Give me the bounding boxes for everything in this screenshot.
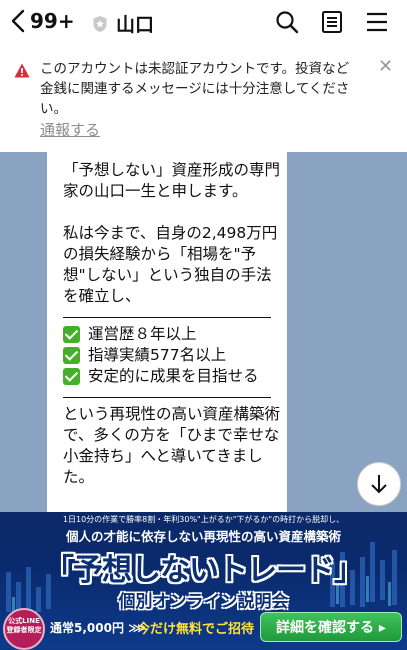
- check-item: 運営歴８年以上: [63, 324, 283, 345]
- chevron-left-icon: [11, 9, 25, 33]
- check-icon: [63, 368, 80, 385]
- report-link[interactable]: 通報する: [40, 119, 100, 140]
- unread-count: 99+: [30, 9, 75, 33]
- chat-area[interactable]: 「予想しない」資産形成の専門家の山口一生と申します。 私は今まで、自身の2,49…: [0, 152, 407, 512]
- chat-title-group[interactable]: 山口: [92, 10, 154, 37]
- check-item: 安定的に成果を目指せる: [63, 366, 283, 387]
- banner-title: 「予想しないトレード」: [44, 553, 364, 588]
- divider: [63, 317, 271, 318]
- banner-subtitle: 個別オンライン説明会: [118, 592, 289, 612]
- promo-banner[interactable]: 1日10分の作業で勝率8割・年利30%"上がるか"下がるか"の時打から脱却し、 …: [0, 512, 407, 650]
- warning-text: このアカウントは未認証アカウントです。投資など金銭に関連するメッセージには十分注…: [40, 61, 350, 117]
- banner-top-text: 1日10分の作業で勝率8割・年利30%"上がるか"下がるか"の時打から脱却し、: [62, 515, 345, 524]
- search-icon[interactable]: [274, 9, 300, 35]
- details-button[interactable]: 詳細を確認する ▸: [260, 612, 402, 642]
- check-item-label: 指導実績577名以上: [88, 346, 227, 364]
- back-button[interactable]: 99+: [10, 8, 75, 34]
- check-icon: [63, 347, 80, 364]
- message-bubble: 「予想しない」資産形成の専門家の山口一生と申します。 私は今まで、自身の2,49…: [47, 152, 287, 512]
- check-item-label: 安定的に成果を目指せる: [88, 367, 259, 385]
- check-item: 指導実績577名以上: [63, 345, 283, 366]
- check-icon: [63, 326, 80, 343]
- menu-icon[interactable]: [364, 9, 390, 35]
- official-line-badge: 公式LINE 登録者限定: [3, 608, 45, 650]
- banner-subheading: 個人の才能に依存しない再現性の高い資産構築術: [65, 529, 341, 544]
- check-item-label: 運営歴８年以上: [88, 325, 197, 343]
- notes-icon[interactable]: [319, 9, 345, 35]
- free-offer-text: 今だけ無料でご招待: [137, 622, 255, 637]
- unverified-warning: このアカウントは未認証アカウントです。投資など金銭に関連するメッセージには十分注…: [0, 44, 407, 152]
- shield-icon: [93, 15, 107, 32]
- chat-title: 山口: [116, 14, 155, 36]
- message-paragraph: 「予想しない」資産形成の専門家の山口一生と申します。: [63, 161, 281, 200]
- close-icon[interactable]: ✕: [378, 58, 393, 76]
- message-paragraph: 私は今まで、自身の2,498万円の損失経験から「相場を"予想"しない」という独自…: [63, 224, 278, 305]
- warning-icon: [14, 63, 30, 78]
- regular-price: 通常5,000円 ⋙: [50, 621, 146, 635]
- arrow-down-icon: [371, 475, 387, 494]
- message-paragraph: という再現性の高い資産構築術で、多くの方を「ひまで幸せな小金持ち」へと導いてきま…: [63, 405, 281, 486]
- chat-header: 99+ 山口: [0, 0, 407, 44]
- scroll-down-button[interactable]: [357, 462, 401, 506]
- divider: [63, 397, 271, 398]
